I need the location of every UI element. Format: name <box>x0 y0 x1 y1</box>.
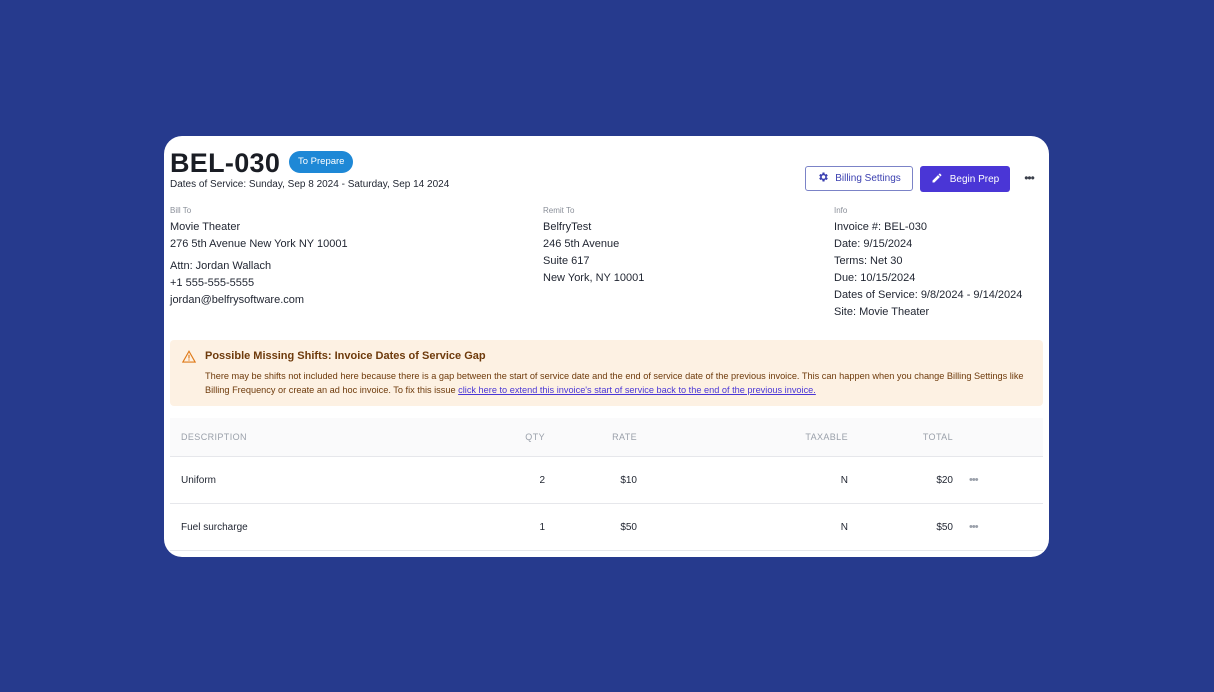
remit-to-name: BelfryTest <box>543 221 592 233</box>
header-total[interactable]: TOTAL <box>923 418 953 456</box>
bill-to-section: Bill To Movie Theater 276 5th Avenue New… <box>170 206 348 309</box>
row-more-icon[interactable]: ••• <box>969 504 979 550</box>
missing-shifts-alert: Possible Missing Shifts: Invoice Dates o… <box>170 340 1043 406</box>
dates-of-service-subtitle: Dates of Service: Sunday, Sep 8 2024 - S… <box>170 179 450 190</box>
row-qty: 2 <box>539 474 545 486</box>
bill-to-address: 276 5th Avenue New York NY 10001 <box>170 238 348 250</box>
row-description: Fuel surcharge <box>181 521 248 533</box>
info-label: Info <box>834 206 848 215</box>
table-row[interactable]: Uniform 2 $10 N $20 ••• <box>170 457 1043 504</box>
header-taxable[interactable]: TAXABLE <box>805 418 848 456</box>
info-site: Site: Movie Theater <box>834 306 930 318</box>
status-badge: To Prepare <box>289 151 354 173</box>
bill-to-attn: Attn: Jordan Wallach <box>170 260 272 272</box>
header-description[interactable]: DESCRIPTION <box>181 418 247 456</box>
info-section: Info Invoice #: BEL-030 Date: 9/15/2024 … <box>834 206 1022 321</box>
billing-settings-button[interactable]: Billing Settings <box>805 166 913 191</box>
remit-to-line1: 246 5th Avenue <box>543 238 620 250</box>
begin-prep-button[interactable]: Begin Prep <box>920 166 1010 192</box>
row-taxable: N <box>840 474 848 486</box>
info-invoice-number: Invoice #: BEL-030 <box>834 221 927 233</box>
alert-body: There may be shifts not included here be… <box>205 369 1031 397</box>
table-row[interactable]: Fuel surcharge 1 $50 N $50 ••• <box>170 504 1043 551</box>
row-qty: 1 <box>539 521 545 533</box>
row-total: $50 <box>936 521 953 533</box>
row-total: $20 <box>936 474 953 486</box>
line-items-table: DESCRIPTION QTY RATE TAXABLE TOTAL Unifo… <box>170 418 1043 551</box>
info-terms: Terms: Net 30 <box>834 255 903 267</box>
bill-to-label: Bill To <box>170 206 192 215</box>
remit-to-label: Remit To <box>543 206 575 215</box>
remit-to-line2: Suite 617 <box>543 255 590 267</box>
row-rate: $10 <box>620 474 637 486</box>
header-rate[interactable]: RATE <box>612 418 637 456</box>
gear-icon <box>817 171 829 186</box>
begin-prep-label: Begin Prep <box>949 173 1000 185</box>
warning-triangle-icon <box>181 350 197 368</box>
pencil-icon <box>931 172 943 187</box>
alert-title: Possible Missing Shifts: Invoice Dates o… <box>205 350 486 362</box>
table-header: DESCRIPTION QTY RATE TAXABLE TOTAL <box>170 418 1043 457</box>
extend-service-link[interactable]: click here to extend this invoice's star… <box>458 385 816 395</box>
bill-to-email: jordan@belfrysoftware.com <box>170 294 305 306</box>
more-options-icon[interactable]: ••• <box>1021 170 1037 186</box>
info-date: Date: 9/15/2024 <box>834 238 913 250</box>
row-taxable: N <box>840 521 848 533</box>
row-more-icon[interactable]: ••• <box>969 457 979 503</box>
remit-to-line3: New York, NY 10001 <box>543 272 645 284</box>
bill-to-phone: +1 555-555-5555 <box>170 277 255 289</box>
header-qty[interactable]: QTY <box>525 418 545 456</box>
page-title: BEL-030 <box>170 148 281 178</box>
info-dates-of-service: Dates of Service: 9/8/2024 - 9/14/2024 <box>834 289 1023 301</box>
billing-settings-label: Billing Settings <box>835 173 901 184</box>
info-due: Due: 10/15/2024 <box>834 272 916 284</box>
remit-to-section: Remit To BelfryTest 246 5th Avenue Suite… <box>543 206 644 287</box>
invoice-card: BEL-030 To Prepare Dates of Service: Sun… <box>164 136 1049 557</box>
bill-to-name: Movie Theater <box>170 221 241 233</box>
row-description: Uniform <box>181 474 217 486</box>
row-rate: $50 <box>620 521 637 533</box>
